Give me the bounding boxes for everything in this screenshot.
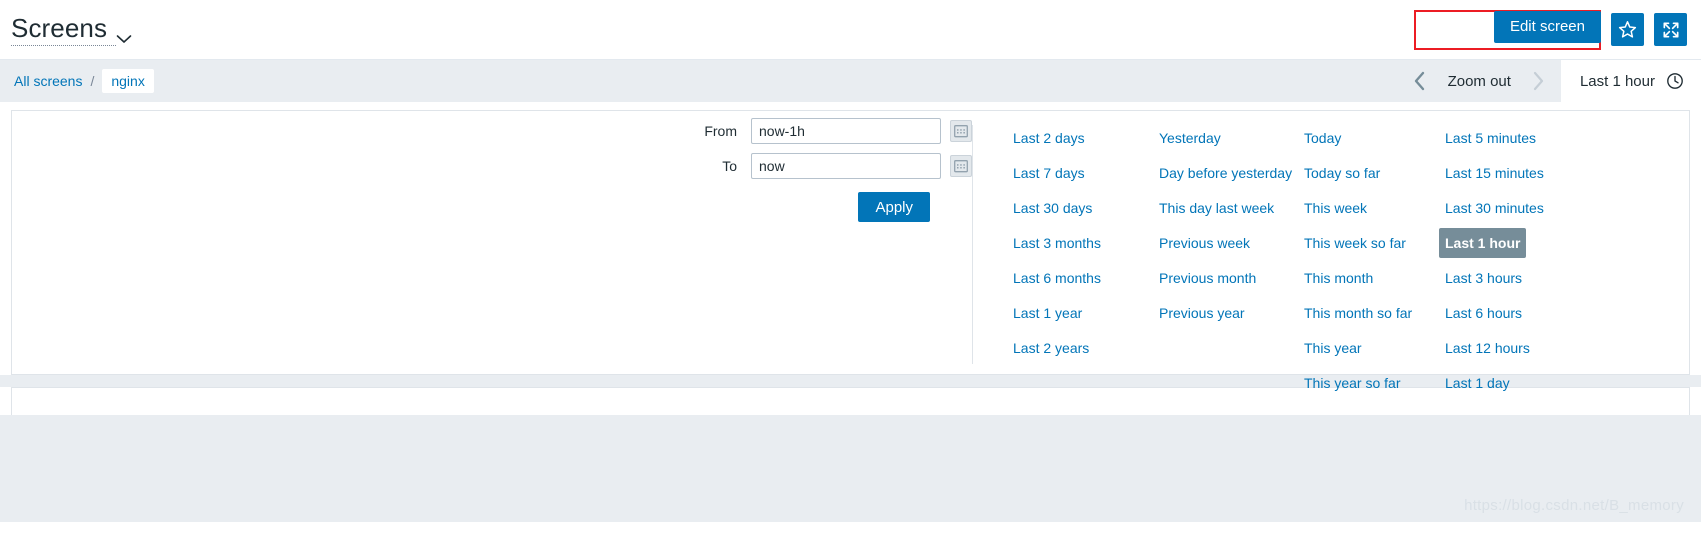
- edit-screen-annotation-box: Edit screen: [1413, 9, 1601, 50]
- calendar-icon: [954, 159, 968, 173]
- quick-range-item[interactable]: Previous week: [1153, 228, 1256, 258]
- quick-range-item[interactable]: Last 7 days: [1007, 158, 1091, 188]
- fullscreen-button[interactable]: [1654, 13, 1687, 46]
- from-input[interactable]: [751, 118, 941, 144]
- expand-arrows-icon: [1661, 20, 1681, 40]
- time-navigation: Zoom out Last 1 hour: [1398, 60, 1701, 102]
- quick-range-item[interactable]: Last 2 days: [1007, 123, 1091, 153]
- breadcrumb: All screens / nginx: [14, 69, 154, 93]
- zoom-out-button[interactable]: Zoom out: [1442, 60, 1517, 102]
- star-icon: [1617, 19, 1638, 40]
- breadcrumb-current-nginx[interactable]: nginx: [102, 69, 154, 93]
- quick-range-item[interactable]: Last 6 months: [1007, 263, 1107, 293]
- quick-range-item[interactable]: Last 3 hours: [1439, 263, 1528, 293]
- time-range-tab[interactable]: Last 1 hour: [1560, 60, 1701, 102]
- edit-screen-button[interactable]: Edit screen: [1493, 10, 1601, 43]
- to-calendar-button[interactable]: [950, 155, 972, 177]
- quick-range-item[interactable]: Last 1 hour: [1439, 228, 1527, 258]
- to-input[interactable]: [751, 153, 941, 179]
- quick-range-item[interactable]: Last 1 day: [1439, 368, 1516, 398]
- quick-range-column-1: Last 2 days Last 7 days Last 30 days Last 3…: [1007, 123, 1153, 374]
- to-row: To: [12, 153, 972, 179]
- quick-range-item[interactable]: Last 30 minutes: [1439, 193, 1550, 223]
- page-header: Screens Edit screen: [0, 0, 1701, 60]
- quick-range-item[interactable]: Yesterday: [1153, 123, 1227, 153]
- apply-button[interactable]: Apply: [858, 192, 930, 222]
- calendar-icon: [954, 124, 968, 138]
- quick-range-item[interactable]: Day before yesterday: [1153, 158, 1298, 188]
- from-row: From: [12, 118, 972, 144]
- quick-range-item[interactable]: Last 2 years: [1007, 333, 1095, 363]
- quick-range-item[interactable]: Last 15 minutes: [1439, 158, 1550, 188]
- chevron-left-icon: [1413, 71, 1426, 91]
- time-range-label: Last 1 hour: [1579, 72, 1655, 90]
- to-label: To: [722, 158, 737, 174]
- quick-range-item[interactable]: Last 30 days: [1007, 193, 1098, 223]
- quick-range-item[interactable]: This week: [1298, 193, 1373, 223]
- quick-range-item[interactable]: This day last week: [1153, 193, 1280, 223]
- quick-range-item[interactable]: Last 6 hours: [1439, 298, 1528, 328]
- quick-range-item[interactable]: Last 5 minutes: [1439, 123, 1542, 153]
- chevron-right-icon: [1532, 71, 1545, 91]
- sub-header-bar: All screens / nginx Zoom out Last 1 hour: [0, 60, 1701, 102]
- quick-range-column-4: Last 5 minutes Last 15 minutes Last 30 min…: [1439, 123, 1589, 391]
- watermark-text: https://blog.csdn.net/B_memory: [1464, 497, 1684, 514]
- quick-range-item[interactable]: Today so far: [1298, 158, 1386, 188]
- page-background-bottom: https://blog.csdn.net/B_memory: [0, 415, 1701, 522]
- quick-range-item[interactable]: Previous year: [1153, 298, 1251, 328]
- quick-range-column-2: Yesterday Day before yesterday This day la…: [1153, 123, 1298, 374]
- time-selector-panel: From To: [11, 110, 1690, 391]
- quick-range-item[interactable]: This month: [1298, 263, 1379, 293]
- page-title: Screens: [11, 13, 108, 43]
- clock-icon: [1666, 72, 1684, 90]
- screens-page: Screens Edit screen All screens / nginx …: [0, 0, 1701, 535]
- page-title-dropdown[interactable]: Screens: [11, 13, 132, 46]
- quick-range-item[interactable]: This month so far: [1298, 298, 1418, 328]
- quick-range-item[interactable]: This week so far: [1298, 228, 1412, 258]
- quick-range-item[interactable]: Last 3 months: [1007, 228, 1107, 258]
- quick-range-item[interactable]: Today: [1298, 123, 1347, 153]
- quick-ranges: Last 2 days Last 7 days Last 30 days Last 3…: [973, 111, 1689, 391]
- header-actions: Edit screen: [1413, 9, 1687, 50]
- time-range-form: From To: [12, 111, 972, 374]
- quick-range-item[interactable]: This year so far: [1298, 368, 1406, 398]
- from-calendar-button[interactable]: [950, 120, 972, 142]
- breadcrumb-all-screens[interactable]: All screens: [14, 73, 82, 89]
- quick-range-item[interactable]: Last 1 year: [1007, 298, 1088, 328]
- apply-row: Apply: [12, 192, 972, 222]
- breadcrumb-separator: /: [90, 73, 95, 89]
- quick-range-item[interactable]: Last 12 hours: [1439, 333, 1536, 363]
- quick-range-column-3: Today Today so far This week This week so f…: [1298, 123, 1439, 391]
- favorite-button[interactable]: [1611, 13, 1644, 46]
- quick-range-item[interactable]: This year: [1298, 333, 1368, 363]
- from-label: From: [704, 123, 737, 139]
- time-prev-button[interactable]: [1398, 60, 1442, 102]
- quick-range-item[interactable]: Previous month: [1153, 263, 1262, 293]
- time-next-button[interactable]: [1517, 60, 1561, 102]
